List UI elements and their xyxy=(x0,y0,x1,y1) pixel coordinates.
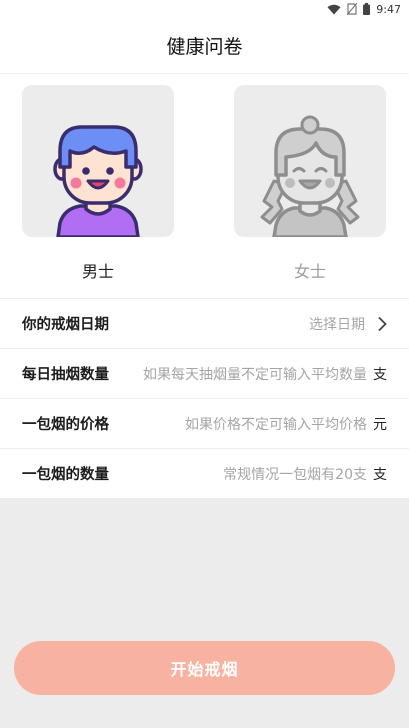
male-label[interactable]: 男士 xyxy=(22,258,174,282)
status-time: 9:47 xyxy=(376,2,401,16)
daily-count-input[interactable]: 如果每天抽烟量不定可输入平均数量 xyxy=(143,364,367,384)
status-bar: 9:47 xyxy=(0,0,409,18)
pack-price-label: 一包烟的价格 xyxy=(22,417,109,433)
daily-count-row[interactable]: 每日抽烟数量 如果每天抽烟量不定可输入平均数量 支 xyxy=(0,348,409,398)
female-label[interactable]: 女士 xyxy=(234,258,386,282)
pack-count-label: 一包烟的数量 xyxy=(22,467,109,483)
male-avatar-card[interactable] xyxy=(22,85,174,237)
pack-price-unit: 元 xyxy=(373,416,387,433)
questionnaire-form: 你的戒烟日期 选择日期 每日抽烟数量 如果每天抽烟量不定可输入平均数量 支 一包… xyxy=(0,298,409,498)
pack-price-row[interactable]: 一包烟的价格 如果价格不定可输入平均价格 元 xyxy=(0,398,409,448)
daily-count-label: 每日抽烟数量 xyxy=(22,367,109,383)
start-quit-button[interactable]: 开始戒烟 xyxy=(14,641,395,695)
no-sim-icon xyxy=(347,3,358,15)
quit-date-row[interactable]: 你的戒烟日期 选择日期 xyxy=(0,298,409,348)
female-avatar-icon xyxy=(260,115,360,237)
page-title: 健康问卷 xyxy=(166,36,243,58)
pack-count-unit: 支 xyxy=(373,466,387,483)
male-avatar-icon xyxy=(53,125,143,237)
pack-price-input[interactable]: 如果价格不定可输入平均价格 xyxy=(185,414,367,434)
app-header: 健康问卷 xyxy=(0,18,409,74)
female-avatar-card[interactable] xyxy=(234,85,386,237)
pack-count-input[interactable]: 常规情况一包烟有20支 xyxy=(223,464,367,484)
daily-count-unit: 支 xyxy=(373,366,387,383)
wifi-icon xyxy=(327,4,341,15)
quit-date-picker[interactable]: 选择日期 xyxy=(309,314,365,334)
chevron-right-icon[interactable] xyxy=(377,316,387,336)
quit-date-label: 你的戒烟日期 xyxy=(22,317,109,333)
battery-icon xyxy=(363,3,371,15)
pack-count-row[interactable]: 一包烟的数量 常规情况一包烟有20支 支 xyxy=(0,448,409,498)
start-quit-button-label: 开始戒烟 xyxy=(170,660,239,679)
gender-selector: 男士 女士 xyxy=(0,74,409,298)
